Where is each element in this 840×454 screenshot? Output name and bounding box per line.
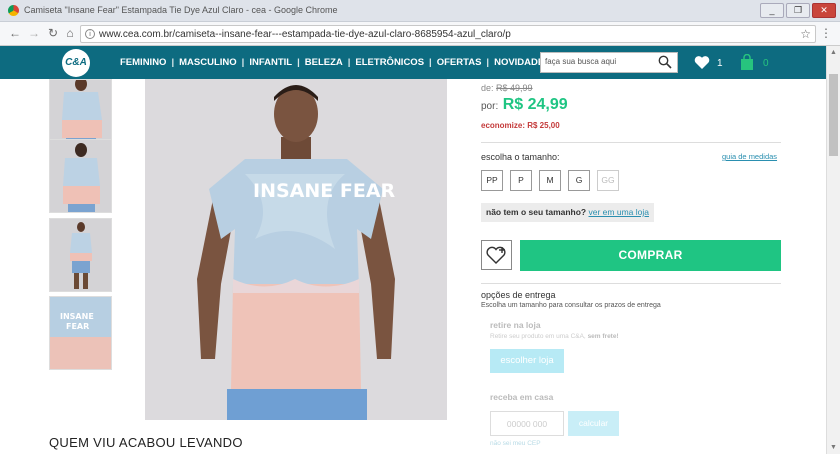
- shirt-graphic-text: INSANE FEAR: [253, 180, 396, 202]
- page-scrollbar[interactable]: ▲ ▼: [826, 46, 840, 454]
- reload-icon[interactable]: ↻: [46, 26, 60, 40]
- nav-item-ofertas[interactable]: OFERTAS: [437, 57, 482, 68]
- nav-item-eletronicos[interactable]: ELETRÔNICOS: [355, 57, 424, 68]
- product-main-image[interactable]: INSANE FEAR: [145, 79, 447, 420]
- size-option-p[interactable]: P: [510, 170, 532, 191]
- old-price-prefix: de:: [481, 83, 494, 93]
- search-icon[interactable]: [658, 55, 672, 69]
- nav-separator: |: [171, 57, 175, 68]
- search-input[interactable]: [545, 57, 653, 66]
- wishlist-heart-icon[interactable]: [694, 55, 710, 70]
- bookmark-star-icon[interactable]: ☆: [800, 27, 811, 41]
- no-cep-link[interactable]: não sei meu CEP: [490, 440, 541, 447]
- old-price-value: R$ 49,99: [496, 83, 533, 93]
- heart-plus-icon: [486, 246, 506, 264]
- browser-menu-icon[interactable]: ⋮: [820, 26, 832, 40]
- shopping-bag-icon[interactable]: [740, 54, 754, 70]
- svg-text:INSANE: INSANE: [60, 312, 94, 321]
- main-nav: FEMININO | MASCULINO | INFANTIL | BELEZA | E…: [120, 57, 551, 68]
- bag-count: 0: [763, 58, 769, 69]
- product-thumbnail-back[interactable]: [49, 139, 112, 213]
- size-option-gg[interactable]: GG: [597, 170, 619, 191]
- add-to-wishlist-button[interactable]: [481, 240, 512, 270]
- no-size-box: não tem o seu tamanho? ver em uma loja: [481, 203, 654, 222]
- home-delivery-title: receba em casa: [490, 392, 554, 402]
- buy-button[interactable]: COMPRAR: [520, 240, 781, 271]
- nav-item-masculino[interactable]: MASCULINO: [179, 57, 237, 68]
- nav-separator: |: [297, 57, 300, 68]
- size-options: PP P M G GG: [481, 170, 619, 191]
- size-option-pp[interactable]: PP: [481, 170, 503, 191]
- divider: [481, 142, 781, 143]
- search-box: [540, 52, 678, 73]
- close-window-button[interactable]: ✕: [812, 3, 836, 18]
- pickup-subtitle-bold: sem frete!: [587, 333, 619, 340]
- nav-separator: |: [241, 57, 245, 68]
- size-option-m[interactable]: M: [539, 170, 561, 191]
- calculate-button[interactable]: calcular: [568, 411, 619, 436]
- cea-logo[interactable]: C&A: [62, 49, 90, 77]
- nav-separator: |: [486, 57, 490, 68]
- scroll-down-icon[interactable]: ▼: [830, 444, 837, 451]
- size-guide-link[interactable]: guia de medidas: [722, 152, 777, 161]
- section-heading: QUEM VIU ACABOU LEVANDO: [49, 435, 243, 450]
- price-value: R$ 24,99: [502, 96, 568, 113]
- svg-text:FEAR: FEAR: [66, 322, 89, 331]
- delivery-title: opções de entrega: [481, 290, 556, 300]
- see-in-store-link[interactable]: ver em uma loja: [589, 207, 649, 217]
- old-price: de: R$ 49,99: [481, 83, 533, 93]
- wishlist-count: 1: [717, 58, 723, 69]
- size-label: escolha o tamanho:: [481, 152, 560, 162]
- maximize-button[interactable]: ❐: [786, 3, 810, 18]
- divider: [481, 283, 781, 284]
- cep-input[interactable]: [491, 412, 563, 435]
- site-info-icon[interactable]: i: [85, 29, 95, 39]
- forward-icon[interactable]: →: [27, 26, 41, 40]
- nav-item-feminino[interactable]: FEMININO: [120, 57, 166, 68]
- nav-item-infantil[interactable]: INFANTIL: [249, 57, 292, 68]
- site-header: C&A FEMININO | MASCULINO | INFANTIL | BELEZ…: [0, 46, 840, 79]
- savings-text: economize: R$ 25,00: [481, 121, 560, 130]
- pickup-subtitle-text: Retire seu produto em uma C&A,: [490, 333, 586, 340]
- nav-item-beleza[interactable]: BELEZA: [305, 57, 343, 68]
- size-option-g[interactable]: G: [568, 170, 590, 191]
- cep-field-wrap: [490, 411, 564, 436]
- pickup-subtitle: Retire seu produto em uma C&A, sem frete…: [490, 333, 619, 340]
- product-thumbnail-detail[interactable]: INSANE FEAR: [49, 296, 112, 370]
- current-price: por: R$ 24,99: [481, 96, 568, 114]
- choose-store-button[interactable]: escolher loja: [490, 349, 564, 373]
- nav-separator: |: [347, 57, 351, 68]
- scroll-up-icon[interactable]: ▲: [830, 49, 837, 56]
- delivery-subtitle: Escolha um tamanho para consultar os pra…: [481, 302, 661, 309]
- nav-separator: |: [429, 57, 432, 68]
- minimize-button[interactable]: _: [760, 3, 784, 18]
- pickup-title: retire na loja: [490, 320, 541, 330]
- product-page: INSANE FEAR INSANE FEAR QUEM VIU ACABOU …: [0, 79, 826, 454]
- url-text[interactable]: www.cea.com.br/camiseta--insane-fear---e…: [99, 29, 511, 40]
- address-bar: ← → ↻ ⌂ i www.cea.com.br/camiseta--insan…: [0, 22, 840, 46]
- window-titlebar: Camiseta "Insane Fear" Estampada Tie Dye…: [0, 0, 840, 22]
- product-thumbnail-full[interactable]: [49, 218, 112, 292]
- no-size-text: não tem o seu tamanho?: [486, 207, 587, 217]
- home-icon[interactable]: ⌂: [63, 26, 77, 40]
- price-prefix: por:: [481, 101, 499, 112]
- back-icon[interactable]: ←: [8, 26, 22, 40]
- url-field[interactable]: i www.cea.com.br/camiseta--insane-fear--…: [80, 25, 816, 43]
- window-title: Camiseta "Insane Fear" Estampada Tie Dye…: [24, 5, 338, 15]
- chrome-icon: [8, 5, 19, 16]
- scrollbar-thumb[interactable]: [829, 74, 838, 156]
